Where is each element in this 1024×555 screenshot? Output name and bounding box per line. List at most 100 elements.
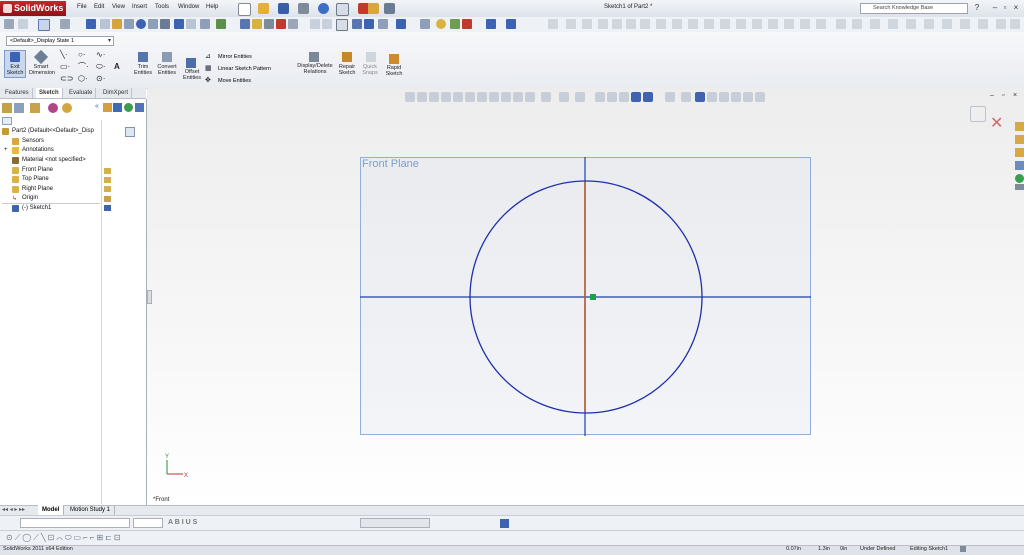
repair-sketch-icon[interactable] xyxy=(342,52,352,62)
ellipse-icon[interactable]: ⬭· xyxy=(96,62,106,71)
convert-entities-icon[interactable] xyxy=(162,52,172,62)
toolbar-icon[interactable] xyxy=(276,19,286,29)
smart-dimension-button[interactable]: Smart Dimension xyxy=(29,64,55,76)
rectangle-icon[interactable]: ▭· xyxy=(60,62,70,71)
toolbar-icon[interactable] xyxy=(672,19,682,29)
spline-icon[interactable]: ∿· xyxy=(96,50,105,59)
toolbar-icon[interactable] xyxy=(612,19,622,29)
toolbar-icon[interactable] xyxy=(752,19,762,29)
convert-entities-button[interactable]: Convert Entities xyxy=(155,64,179,76)
toolbar-icon[interactable] xyxy=(336,19,348,31)
font-size-dropdown[interactable] xyxy=(133,518,163,528)
toolbar-icon[interactable] xyxy=(103,103,112,112)
menu-view[interactable]: View xyxy=(112,4,125,10)
toolbar-icon[interactable] xyxy=(113,103,122,112)
tree-item-origin[interactable]: Origin xyxy=(22,195,38,201)
quick-snaps-button[interactable]: Quick Snaps xyxy=(358,64,382,76)
tab-features[interactable]: Features xyxy=(2,88,33,98)
menu-help[interactable]: Help xyxy=(206,4,218,10)
menu-window[interactable]: Window xyxy=(178,4,199,10)
toolbar-icon[interactable] xyxy=(135,103,144,112)
tree-item-part2[interactable]: Part2 (Default<<Default>_Disp xyxy=(12,128,94,134)
toolbar-icon[interactable] xyxy=(996,19,1006,29)
print-icon[interactable] xyxy=(298,3,309,14)
feature-tree-icon[interactable] xyxy=(2,103,12,113)
toolbar-icon[interactable] xyxy=(566,19,576,29)
toolbar-icon[interactable] xyxy=(264,19,274,29)
sketch-tool-icon[interactable] xyxy=(186,19,196,29)
display-pane-toggle[interactable] xyxy=(125,127,135,137)
toolbar-icon[interactable] xyxy=(816,19,826,29)
select-icon[interactable] xyxy=(336,3,349,16)
offset-entities-icon[interactable] xyxy=(186,58,196,68)
toolbar-icon[interactable] xyxy=(364,19,374,29)
zoom-icon[interactable] xyxy=(310,19,320,29)
slot-icon[interactable]: ⊂⊃ xyxy=(60,74,73,83)
sketch-canvas[interactable]: Y X xyxy=(147,88,1024,505)
collapse-icon[interactable]: « xyxy=(95,103,99,110)
sketch-tool-icon[interactable] xyxy=(124,19,134,29)
toolbar-icon[interactable] xyxy=(768,19,778,29)
tab-evaluate[interactable]: Evaluate xyxy=(66,88,97,98)
toolbar-icon[interactable] xyxy=(688,19,698,29)
file-properties-icon[interactable] xyxy=(368,3,379,14)
view-palette-icon[interactable] xyxy=(1015,161,1024,170)
toolbar-icon[interactable] xyxy=(462,19,472,29)
toolbar-icon[interactable] xyxy=(836,19,846,29)
restore-button[interactable]: ▫ xyxy=(1000,3,1010,13)
polygon-icon[interactable]: ⬡· xyxy=(78,74,88,83)
toolbar-icon[interactable] xyxy=(720,19,730,29)
toolbar-icon[interactable] xyxy=(800,19,810,29)
tab-model[interactable]: Model xyxy=(38,505,65,515)
select-tool-icon[interactable] xyxy=(38,19,50,31)
origin-marker[interactable] xyxy=(590,294,596,300)
rebuild-status-icon[interactable] xyxy=(960,546,966,552)
toolbar-icon[interactable] xyxy=(852,19,862,29)
new-document-icon[interactable] xyxy=(238,3,251,16)
toolbar-icon[interactable] xyxy=(978,19,988,29)
tree-item-annotations[interactable]: Annotations xyxy=(22,147,54,153)
toolbar-icon[interactable] xyxy=(656,19,666,29)
open-folder-icon[interactable] xyxy=(258,3,269,14)
display-manager-icon[interactable] xyxy=(62,103,72,113)
point-icon[interactable]: ⊙· xyxy=(96,74,105,83)
toolbar-icon[interactable] xyxy=(500,519,509,528)
toolbar-icon[interactable] xyxy=(60,19,70,29)
toolbar-icon[interactable] xyxy=(124,103,133,112)
bold-button[interactable]: A B I U S xyxy=(168,519,197,526)
display-delete-relations-button[interactable]: Display/Delete Relations xyxy=(296,63,334,75)
trim-entities-icon[interactable] xyxy=(138,52,148,62)
toolbar-icon[interactable] xyxy=(640,19,650,29)
sketch-tools-icons[interactable]: ⊙⟋◯⟋╲⊡⌒⬭▭⌐⌐⊞⊏⊡ xyxy=(6,533,123,543)
pane-divider[interactable] xyxy=(101,120,102,504)
repair-sketch-button[interactable]: Repair Sketch xyxy=(335,64,359,76)
toolbar-icon[interactable] xyxy=(870,19,880,29)
sigma-icon[interactable] xyxy=(174,19,184,29)
appearances-icon[interactable] xyxy=(1015,174,1024,183)
font-dropdown[interactable] xyxy=(20,518,130,528)
sketch-tool-icon[interactable] xyxy=(136,19,146,29)
file-explorer-icon[interactable] xyxy=(1015,148,1024,157)
tab-scroll-arrows[interactable]: ◂◂ ◂ ▸ ▸▸ xyxy=(2,506,25,513)
offset-entities-button[interactable]: Offset Entities xyxy=(180,69,204,81)
sketch-tool-icon[interactable] xyxy=(200,19,210,29)
trim-entities-button[interactable]: Trim Entities xyxy=(131,64,155,76)
toolbar-icon[interactable] xyxy=(582,19,592,29)
circle-icon[interactable]: ○· xyxy=(78,50,86,59)
sketch-tool-icon[interactable] xyxy=(112,19,122,29)
quick-snaps-icon[interactable] xyxy=(366,52,376,62)
display-delete-relations-icon[interactable] xyxy=(309,52,319,62)
save-icon[interactable] xyxy=(278,3,289,14)
property-manager-icon[interactable] xyxy=(14,103,24,113)
sketch-tool-icon[interactable] xyxy=(100,19,110,29)
rapid-sketch-button[interactable]: Rapid Sketch xyxy=(382,65,406,77)
rollback-bar[interactable] xyxy=(2,203,100,204)
filter-icon[interactable] xyxy=(2,117,12,125)
tree-item-sketch1[interactable]: (-) Sketch1 xyxy=(22,205,51,211)
menu-tools[interactable]: Tools xyxy=(155,4,169,10)
toolbar-icon[interactable] xyxy=(924,19,934,29)
toolbar-icon[interactable] xyxy=(906,19,916,29)
toolbar-icon[interactable] xyxy=(736,19,746,29)
menu-edit[interactable]: Edit xyxy=(94,4,104,10)
sketch-tool-icon[interactable] xyxy=(160,19,170,29)
